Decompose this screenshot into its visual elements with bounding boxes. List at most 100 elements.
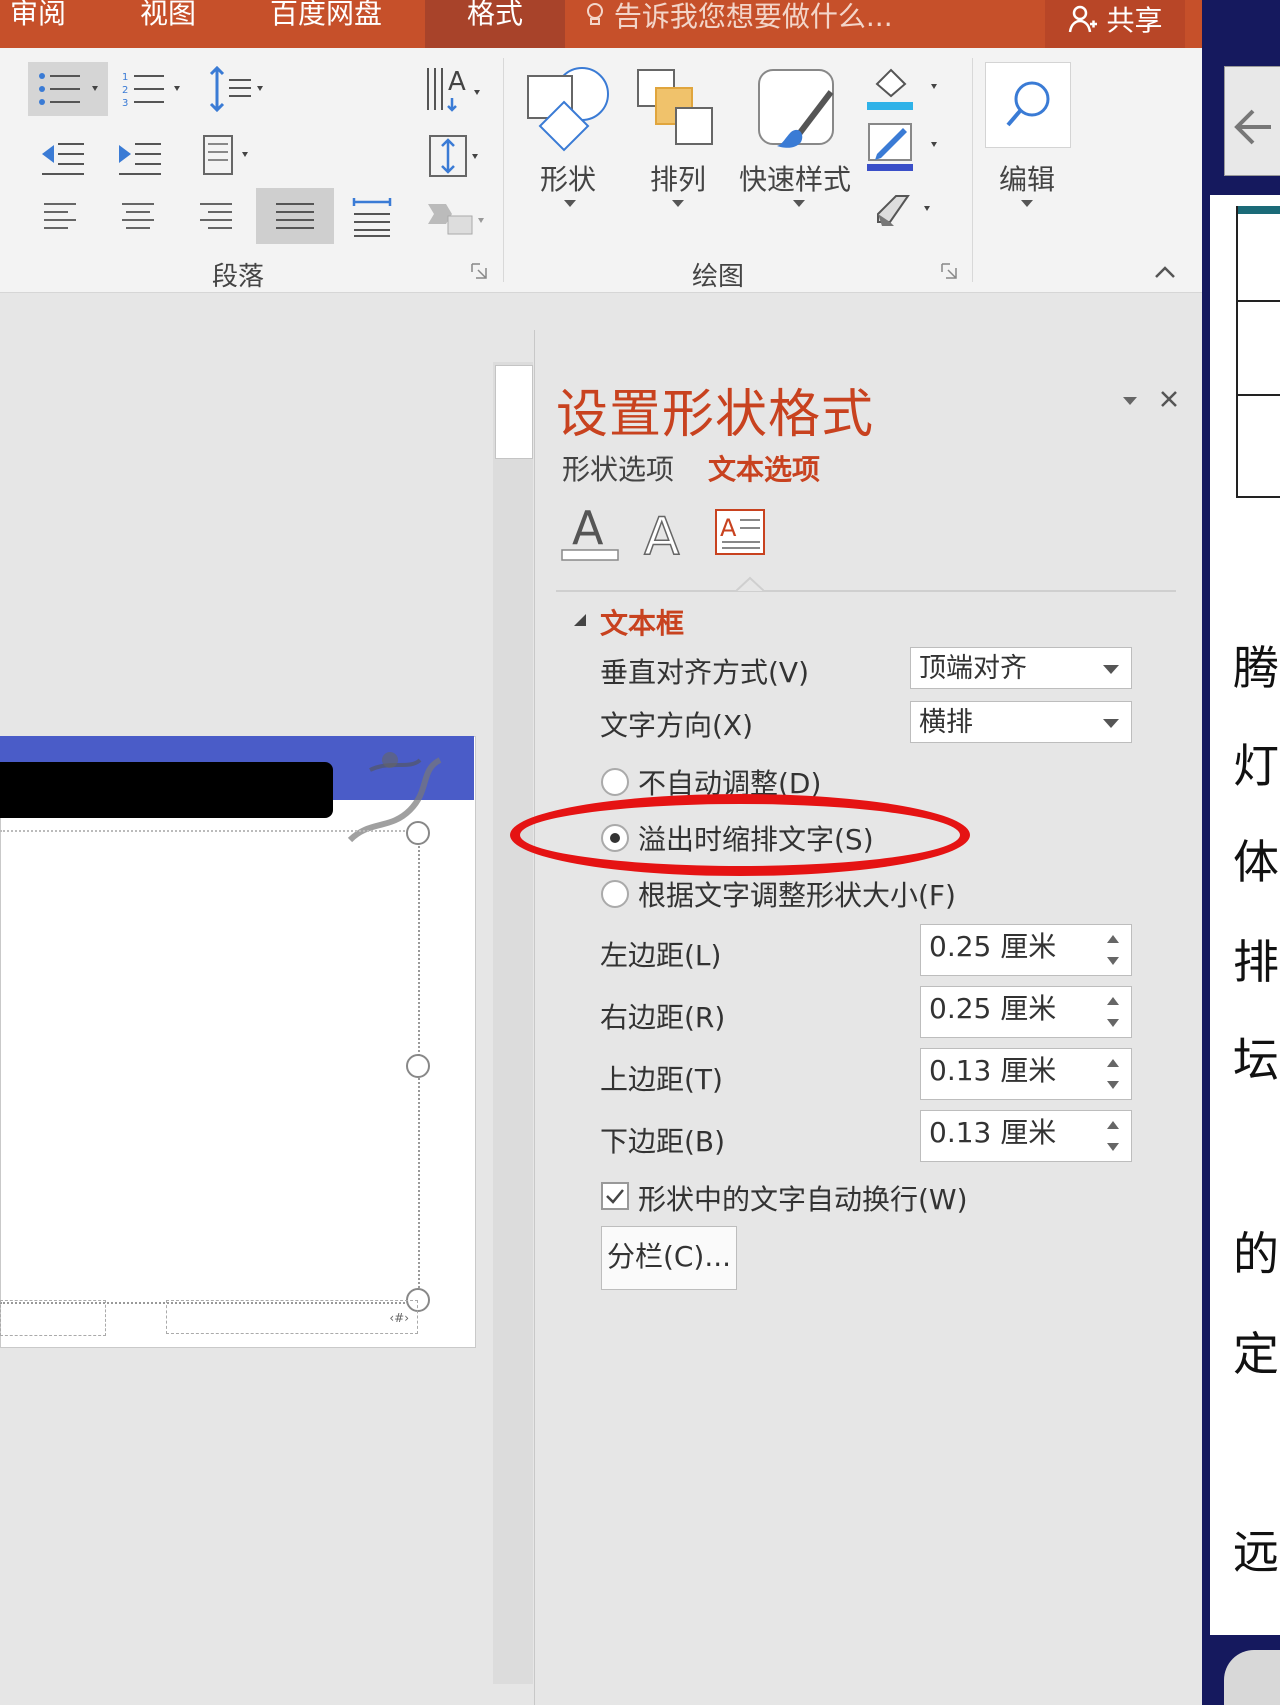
spin-up-icon[interactable]: [1107, 1121, 1119, 1129]
radio-no-autofit[interactable]: [601, 768, 629, 796]
smartart-button[interactable]: [424, 196, 490, 242]
share-button[interactable]: 共享: [1045, 0, 1185, 48]
edit-button[interactable]: 编辑: [985, 62, 1071, 207]
chevron-up-icon: [1155, 266, 1175, 278]
slide-number-placeholder[interactable]: ‹#›: [166, 1300, 418, 1334]
text-direction-select[interactable]: 横排: [910, 701, 1132, 743]
spin-up-icon[interactable]: [1107, 1059, 1119, 1067]
quick-styles-button[interactable]: 快速样式: [735, 62, 855, 207]
distributed-align-icon: [352, 198, 392, 237]
spin-down-icon[interactable]: [1107, 1081, 1119, 1089]
close-icon: [1161, 391, 1177, 407]
vertical-scrollbar[interactable]: [493, 362, 533, 1684]
paragraph-dialog-launcher[interactable]: [470, 262, 488, 280]
columns-button[interactable]: [200, 130, 260, 180]
tell-me-text: 告诉我您想要做什么...: [613, 0, 893, 33]
increase-indent-button[interactable]: [115, 134, 165, 180]
spin-down-icon[interactable]: [1107, 957, 1119, 965]
line-spacing-icon: [209, 65, 263, 113]
pane-options-button[interactable]: [1122, 392, 1138, 405]
align-right-button[interactable]: [196, 196, 236, 236]
align-left-button[interactable]: [40, 196, 80, 236]
collapse-ribbon-button[interactable]: [1154, 264, 1176, 278]
text-placeholder-selection[interactable]: [0, 830, 420, 1304]
resize-handle-right[interactable]: [406, 1054, 430, 1078]
document-text: 体: [1233, 835, 1279, 889]
section-textbox-header[interactable]: 文本框: [600, 602, 684, 642]
distributed-button[interactable]: [350, 194, 394, 240]
text-direction-icon: A: [427, 67, 480, 112]
tab-text-options[interactable]: 文本选项: [708, 448, 820, 488]
quick-styles-label: 快速样式: [739, 163, 852, 196]
resize-handle-top-right[interactable]: [406, 821, 430, 845]
align-center-button[interactable]: [118, 196, 158, 236]
dropdown-arrow-icon: [1103, 665, 1119, 674]
tab-shape-options[interactable]: 形状选项: [562, 448, 674, 488]
document-text: 远: [1233, 1525, 1279, 1579]
top-margin-spinner[interactable]: 0.13 厘米: [920, 1048, 1132, 1100]
pane-close-button[interactable]: [1158, 388, 1180, 410]
red-annotation-ellipse: [510, 794, 970, 876]
arrange-button[interactable]: 排列: [632, 62, 722, 207]
arrow-left-icon: [1234, 109, 1271, 145]
svg-text:A: A: [644, 507, 680, 562]
shape-fill-button[interactable]: [865, 62, 945, 112]
pencil-icon: [867, 123, 937, 171]
left-margin-spinner[interactable]: 0.25 厘米: [920, 924, 1132, 976]
tab-review[interactable]: 审阅: [10, 0, 66, 48]
tab-view[interactable]: 视图: [140, 0, 196, 48]
back-button[interactable]: [1224, 66, 1280, 176]
spin-down-icon[interactable]: [1107, 1143, 1119, 1151]
wrap-text-checkbox[interactable]: [601, 1182, 629, 1210]
group-divider: [503, 58, 504, 282]
bottom-margin-label: 下边距(B): [600, 1125, 726, 1158]
tab-format[interactable]: 格式: [425, 0, 565, 48]
tell-me-box[interactable]: 告诉我您想要做什么...: [585, 0, 915, 48]
document-text: 定: [1233, 1327, 1279, 1381]
top-margin-value: 0.13 厘米: [929, 1054, 1057, 1087]
shape-effects-button[interactable]: [868, 184, 948, 232]
active-tab-pointer: [736, 576, 764, 592]
collapse-triangle-icon[interactable]: [572, 612, 588, 628]
redacted-title-box: [0, 762, 333, 818]
text-effects-tab[interactable]: A: [640, 500, 690, 568]
decrease-indent-button[interactable]: [38, 134, 88, 180]
scrollbar-thumb[interactable]: [495, 365, 533, 459]
right-margin-spinner[interactable]: 0.25 厘米: [920, 986, 1132, 1038]
shapes-label: 形状: [540, 163, 597, 196]
spin-up-icon[interactable]: [1107, 935, 1119, 943]
spin-up-icon[interactable]: [1107, 997, 1119, 1005]
footer-placeholder-left[interactable]: [0, 1300, 106, 1336]
shapes-icon: [527, 67, 609, 152]
right-margin-label: 右边距(R): [600, 1001, 726, 1034]
shapes-button[interactable]: 形状: [520, 62, 620, 207]
taskbar-button[interactable]: [1224, 1650, 1280, 1705]
bottom-margin-spinner[interactable]: 0.13 厘米: [920, 1110, 1132, 1162]
spin-down-icon[interactable]: [1107, 1019, 1119, 1027]
chevron-down-icon: [793, 200, 805, 207]
arrange-label: 排列: [650, 163, 707, 196]
bullets-button[interactable]: [28, 62, 108, 116]
tab-baidu-netdisk[interactable]: 百度网盘: [270, 0, 382, 48]
table-header-bar: [1238, 206, 1280, 214]
text-direction-button[interactable]: A: [418, 60, 488, 120]
drawing-dialog-launcher[interactable]: [940, 262, 958, 280]
numbering-button[interactable]: 1 2 3: [118, 62, 188, 116]
textbox-tab[interactable]: A: [714, 508, 766, 556]
document-text: 灯: [1233, 739, 1279, 793]
text-fill-outline-tab[interactable]: A: [560, 500, 620, 562]
checkmark-icon: [606, 1189, 624, 1204]
align-text-button[interactable]: [426, 128, 486, 184]
align-text-icon: [429, 135, 478, 177]
columns-dialog-button[interactable]: 分栏(C)...: [601, 1226, 737, 1290]
line-spacing-button[interactable]: [205, 62, 275, 116]
radio-resize-shape[interactable]: [601, 880, 629, 908]
vertical-align-select[interactable]: 顶端对齐: [910, 647, 1132, 689]
document-text: 坛: [1233, 1033, 1279, 1087]
arrange-icon: [637, 69, 713, 145]
justify-button[interactable]: [256, 188, 334, 244]
top-margin-label: 上边距(T): [600, 1063, 723, 1096]
shape-outline-button[interactable]: [865, 120, 945, 174]
left-margin-value: 0.25 厘米: [929, 930, 1057, 963]
align-center-icon: [122, 203, 154, 229]
